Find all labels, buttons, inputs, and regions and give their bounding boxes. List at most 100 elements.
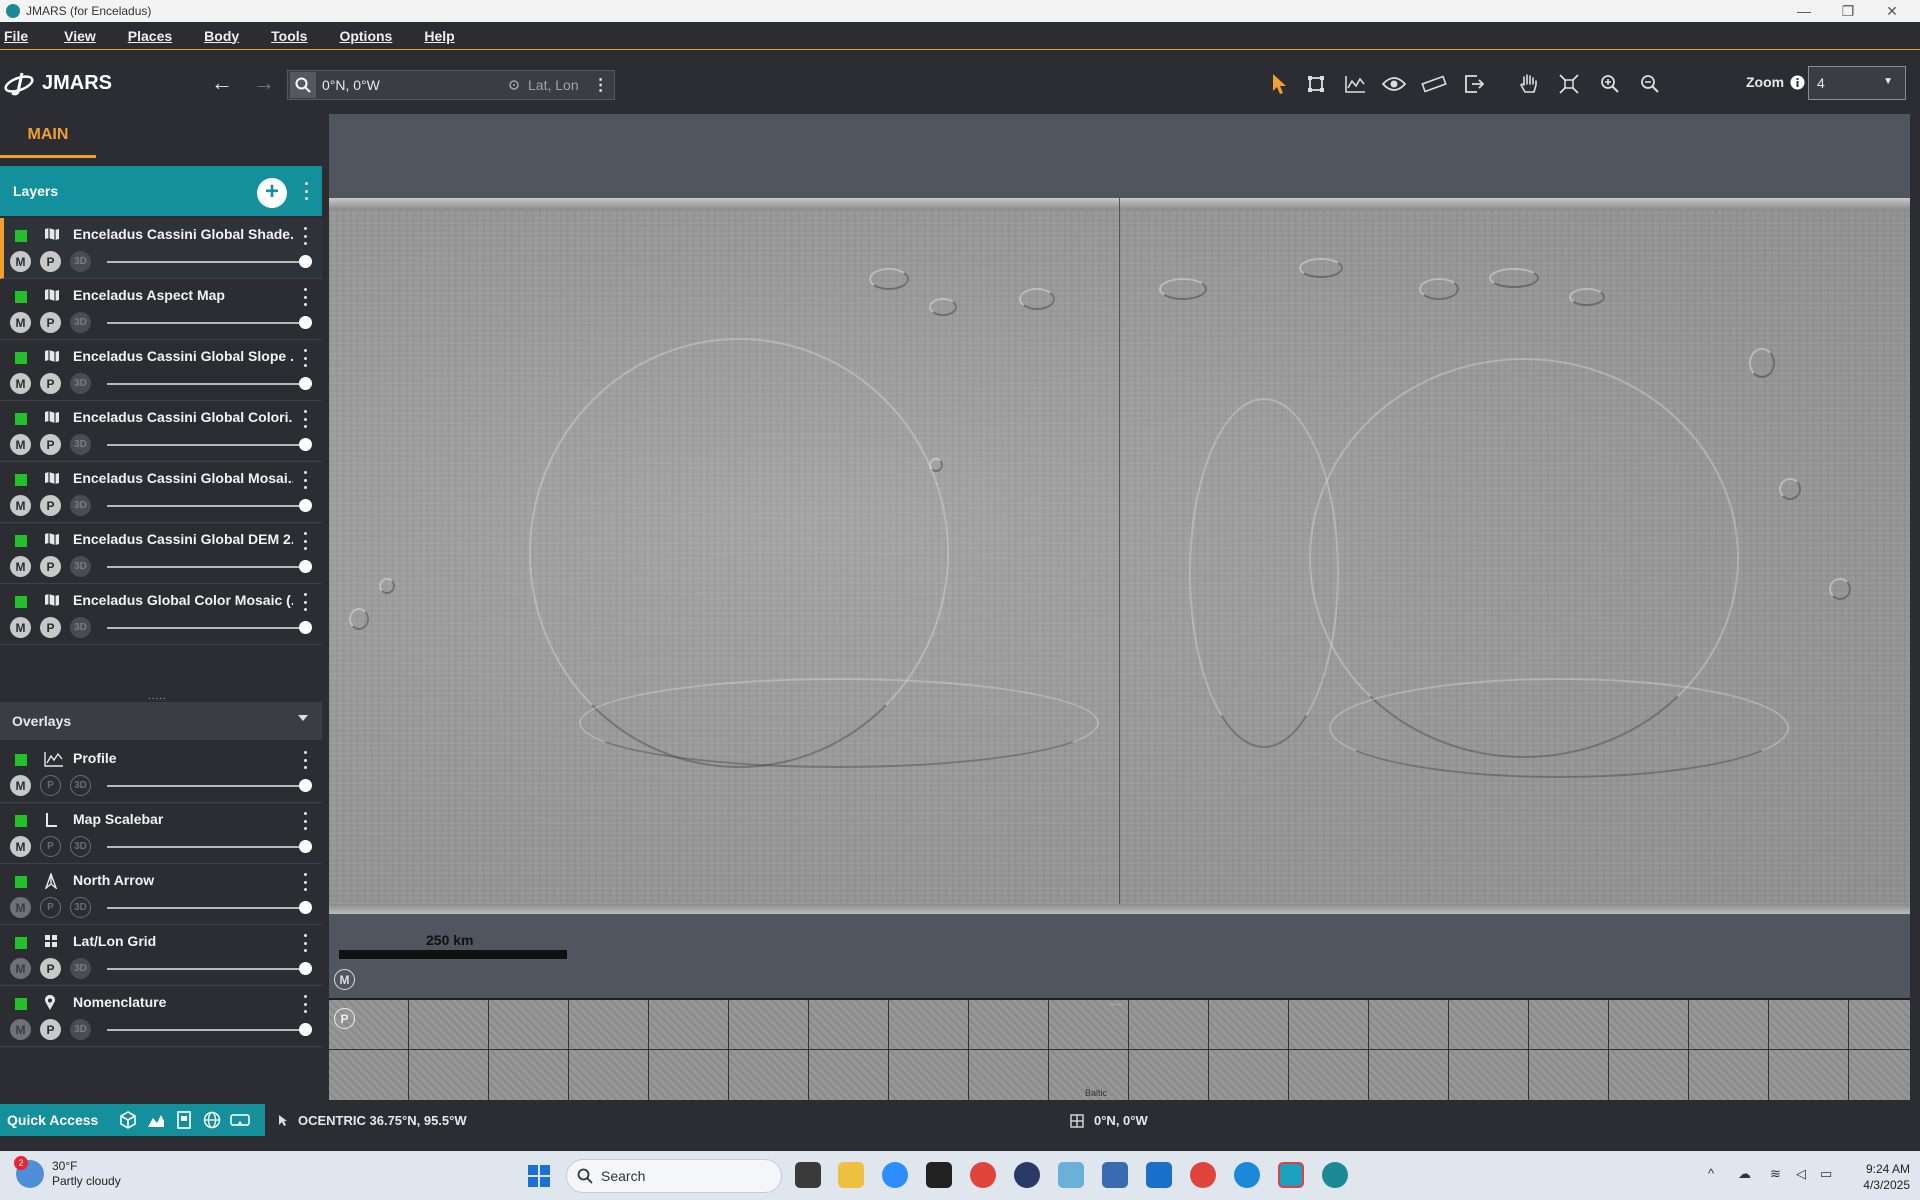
layer-menu-icon[interactable] (302, 934, 308, 952)
location-search[interactable]: 0°N, 0°W Lat, Lon ⋮ (287, 70, 615, 100)
layer-name[interactable]: North Arrow (73, 872, 293, 888)
weather-widget[interactable]: 2 30°F Partly cloudy (14, 1156, 121, 1189)
panner-view-toggle[interactable]: P (40, 1019, 61, 1040)
volume-muted-icon[interactable]: ◁ (1796, 1166, 1806, 1182)
panner-view-toggle[interactable]: P (40, 897, 61, 918)
opacity-slider[interactable] (107, 499, 312, 512)
zoom-in-icon[interactable] (1596, 70, 1624, 98)
layer-visibility-checkbox[interactable] (15, 998, 27, 1010)
layer-name[interactable]: Map Scalebar (73, 811, 293, 827)
file-explorer-icon[interactable] (838, 1162, 864, 1188)
panel-splitter-handle[interactable]: ..... (148, 691, 167, 702)
opacity-slider-handle[interactable] (299, 499, 312, 512)
layer-name[interactable]: Profile (73, 750, 293, 766)
layer-menu-icon[interactable] (302, 288, 308, 306)
layer-menu-icon[interactable] (302, 751, 308, 769)
opacity-slider[interactable] (107, 962, 312, 975)
main-view-toggle[interactable]: M (10, 617, 31, 638)
panner-view-toggle[interactable]: P (40, 312, 61, 333)
overlay-row[interactable]: Nomenclature M P 3D (0, 986, 322, 1047)
ruler-icon[interactable] (1420, 70, 1448, 98)
layer-name[interactable]: Enceladus Cassini Global Mosai... (73, 470, 293, 486)
3d-view-toggle[interactable]: 3D (70, 556, 91, 577)
panner-view-toggle[interactable]: P (40, 958, 61, 979)
layer-visibility-checkbox[interactable] (15, 352, 27, 364)
app-icon[interactable] (1058, 1162, 1084, 1188)
forward-arrow-icon[interactable]: → (252, 72, 276, 96)
coordinate-mode[interactable]: Lat, Lon (508, 77, 579, 93)
menu-view[interactable]: View (64, 28, 110, 44)
globe-icon[interactable] (201, 1109, 223, 1131)
main-view-toggle[interactable]: M (10, 556, 31, 577)
layer-menu-icon[interactable] (302, 227, 308, 245)
layer-row[interactable]: Enceladus Cassini Global Slope ... M P 3D (0, 340, 322, 401)
panner-view-toggle[interactable]: P (40, 556, 61, 577)
overlay-row[interactable]: Map Scalebar M P 3D (0, 803, 322, 864)
3d-view-toggle[interactable]: 3D (70, 312, 91, 333)
menu-body[interactable]: Body (204, 28, 253, 44)
opacity-slider[interactable] (107, 377, 312, 390)
cloud-sync-icon[interactable]: ☁ (1738, 1166, 1751, 1182)
menu-file[interactable]: File (4, 28, 42, 44)
opacity-slider[interactable] (107, 438, 312, 451)
opacity-slider-handle[interactable] (299, 901, 312, 914)
taskbar-search[interactable]: Search (566, 1159, 782, 1193)
layer-visibility-checkbox[interactable] (15, 937, 27, 949)
edge-icon[interactable] (1234, 1162, 1260, 1188)
panner-view-toggle[interactable]: P (40, 775, 61, 796)
zoom-app-icon[interactable] (882, 1162, 908, 1188)
layer-menu-icon[interactable] (302, 471, 308, 489)
layer-visibility-checkbox[interactable] (15, 876, 27, 888)
layer-name[interactable]: Enceladus Cassini Global Shade... (73, 226, 293, 242)
3d-view-toggle[interactable]: 3D (70, 775, 91, 796)
opacity-slider-handle[interactable] (299, 779, 312, 792)
vscode-icon[interactable] (1146, 1162, 1172, 1188)
battery-icon[interactable]: ▭ (1820, 1166, 1832, 1182)
3d-view-toggle[interactable]: 3D (70, 897, 91, 918)
3d-view-toggle[interactable]: 3D (70, 617, 91, 638)
chevron-up-icon[interactable]: ^ (1708, 1166, 1714, 1181)
3d-view-toggle[interactable]: 3D (70, 958, 91, 979)
layer-menu-icon[interactable] (302, 873, 308, 891)
main-view-toggle[interactable]: M (10, 251, 31, 272)
layer-visibility-checkbox[interactable] (15, 291, 27, 303)
panner-view-toggle[interactable]: P (40, 373, 61, 394)
main-view-toggle[interactable]: M (10, 373, 31, 394)
layer-row[interactable]: Enceladus Cassini Global Shade... M P 3D (0, 218, 322, 279)
panner-view-toggle[interactable]: P (40, 434, 61, 455)
layers-menu-icon[interactable] (303, 182, 309, 200)
enceladus-map-image[interactable] (329, 198, 1910, 914)
system-clock[interactable]: 9:24 AM 4/3/2025 (1848, 1161, 1910, 1193)
3d-view-toggle[interactable]: 3D (70, 373, 91, 394)
opacity-slider[interactable] (107, 840, 312, 853)
3d-view-toggle[interactable]: 3D (70, 251, 91, 272)
overlays-header[interactable]: Overlays (0, 702, 322, 740)
opacity-slider[interactable] (107, 255, 312, 268)
panner-view-toggle[interactable]: P (40, 617, 61, 638)
opacity-slider-handle[interactable] (299, 255, 312, 268)
layer-menu-icon[interactable] (302, 349, 308, 367)
tab-main[interactable]: MAIN (0, 114, 96, 158)
panner-view-toggle[interactable]: P (40, 836, 61, 857)
main-view-toggle[interactable]: M (10, 958, 31, 979)
layer-visibility-checkbox[interactable] (15, 535, 27, 547)
view-splitter-handle[interactable]: ..... (1109, 1000, 1123, 1008)
main-view-toggle[interactable]: M (10, 1019, 31, 1040)
panner-view-toggle[interactable]: P (40, 251, 61, 272)
layer-menu-icon[interactable] (302, 532, 308, 550)
menu-tools[interactable]: Tools (271, 28, 321, 44)
overlay-row[interactable]: North Arrow M P 3D (0, 864, 322, 925)
layer-menu-icon[interactable] (302, 995, 308, 1013)
zoom-out-icon[interactable] (1636, 70, 1664, 98)
bounding-box-icon[interactable] (1302, 70, 1330, 98)
menu-options[interactable]: Options (339, 28, 406, 44)
main-view-toggle[interactable]: M (10, 836, 31, 857)
main-map-view[interactable]: 250 km M (329, 114, 1910, 998)
maximize-button[interactable]: ❐ (1826, 0, 1870, 22)
3d-view-toggle[interactable]: 3D (70, 836, 91, 857)
opacity-slider[interactable] (107, 316, 312, 329)
opacity-slider-handle[interactable] (299, 840, 312, 853)
jmars-taskbar-icon[interactable] (1322, 1162, 1348, 1188)
network-app-icon[interactable] (1102, 1162, 1128, 1188)
opacity-slider-handle[interactable] (299, 621, 312, 634)
